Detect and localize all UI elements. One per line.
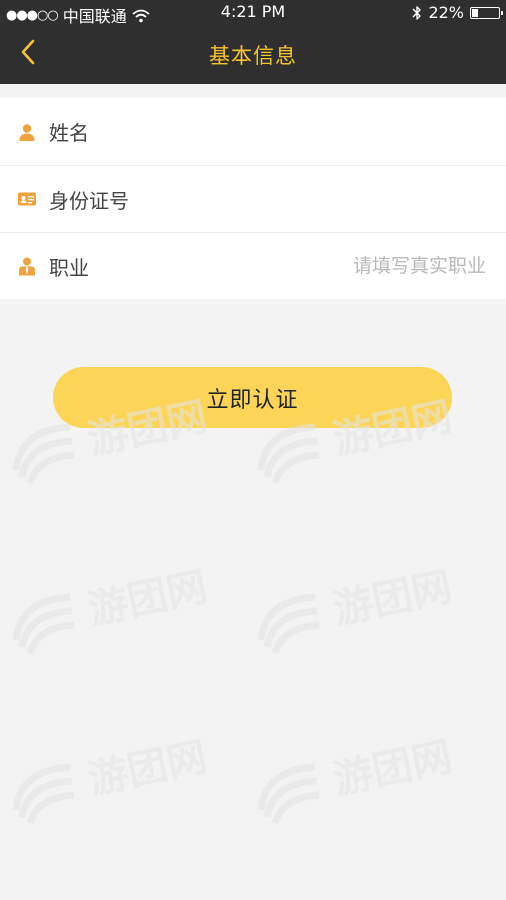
person-icon bbox=[17, 122, 37, 142]
name-input[interactable] bbox=[284, 119, 488, 144]
name-label: 姓名 bbox=[49, 121, 89, 145]
id-card-icon bbox=[17, 189, 37, 209]
id-number-row[interactable]: 身份证号 bbox=[0, 165, 506, 232]
watermark-text: 游团网 bbox=[329, 733, 457, 804]
battery-level bbox=[472, 8, 479, 17]
watermark-text: 游团网 bbox=[329, 563, 457, 634]
occupation-input[interactable] bbox=[284, 254, 488, 278]
id-number-label: 身份证号 bbox=[49, 188, 129, 213]
info-form: 姓名 身份证号 职业 bbox=[0, 98, 506, 299]
watermark-text: 游团网 bbox=[84, 563, 212, 634]
watermark-logo: 游团网 bbox=[10, 564, 220, 675]
watermark-logo: 游团网 bbox=[10, 734, 220, 845]
battery-percent: 22% bbox=[428, 3, 464, 22]
bluetooth-icon bbox=[412, 5, 422, 21]
status-right: 22% bbox=[412, 3, 503, 22]
verify-now-button[interactable]: 立即认证 bbox=[53, 367, 452, 428]
id-number-input[interactable] bbox=[284, 187, 488, 211]
battery-icon bbox=[470, 6, 503, 19]
occupation-row[interactable]: 职业 bbox=[0, 232, 506, 299]
nav-bar: 基本信息 bbox=[0, 24, 506, 84]
occupation-label: 职业 bbox=[49, 255, 89, 280]
name-row[interactable]: 姓名 bbox=[0, 98, 506, 165]
occupation-icon bbox=[17, 256, 37, 276]
page-title: 基本信息 bbox=[209, 44, 297, 68]
watermark-logo: 游团网 bbox=[255, 564, 465, 675]
watermark-logo: 游团网 bbox=[255, 734, 465, 845]
status-bar: ●●●○○ 中国联通 4:21 PM 22% bbox=[0, 0, 506, 26]
watermark-text: 游团网 bbox=[84, 733, 212, 804]
